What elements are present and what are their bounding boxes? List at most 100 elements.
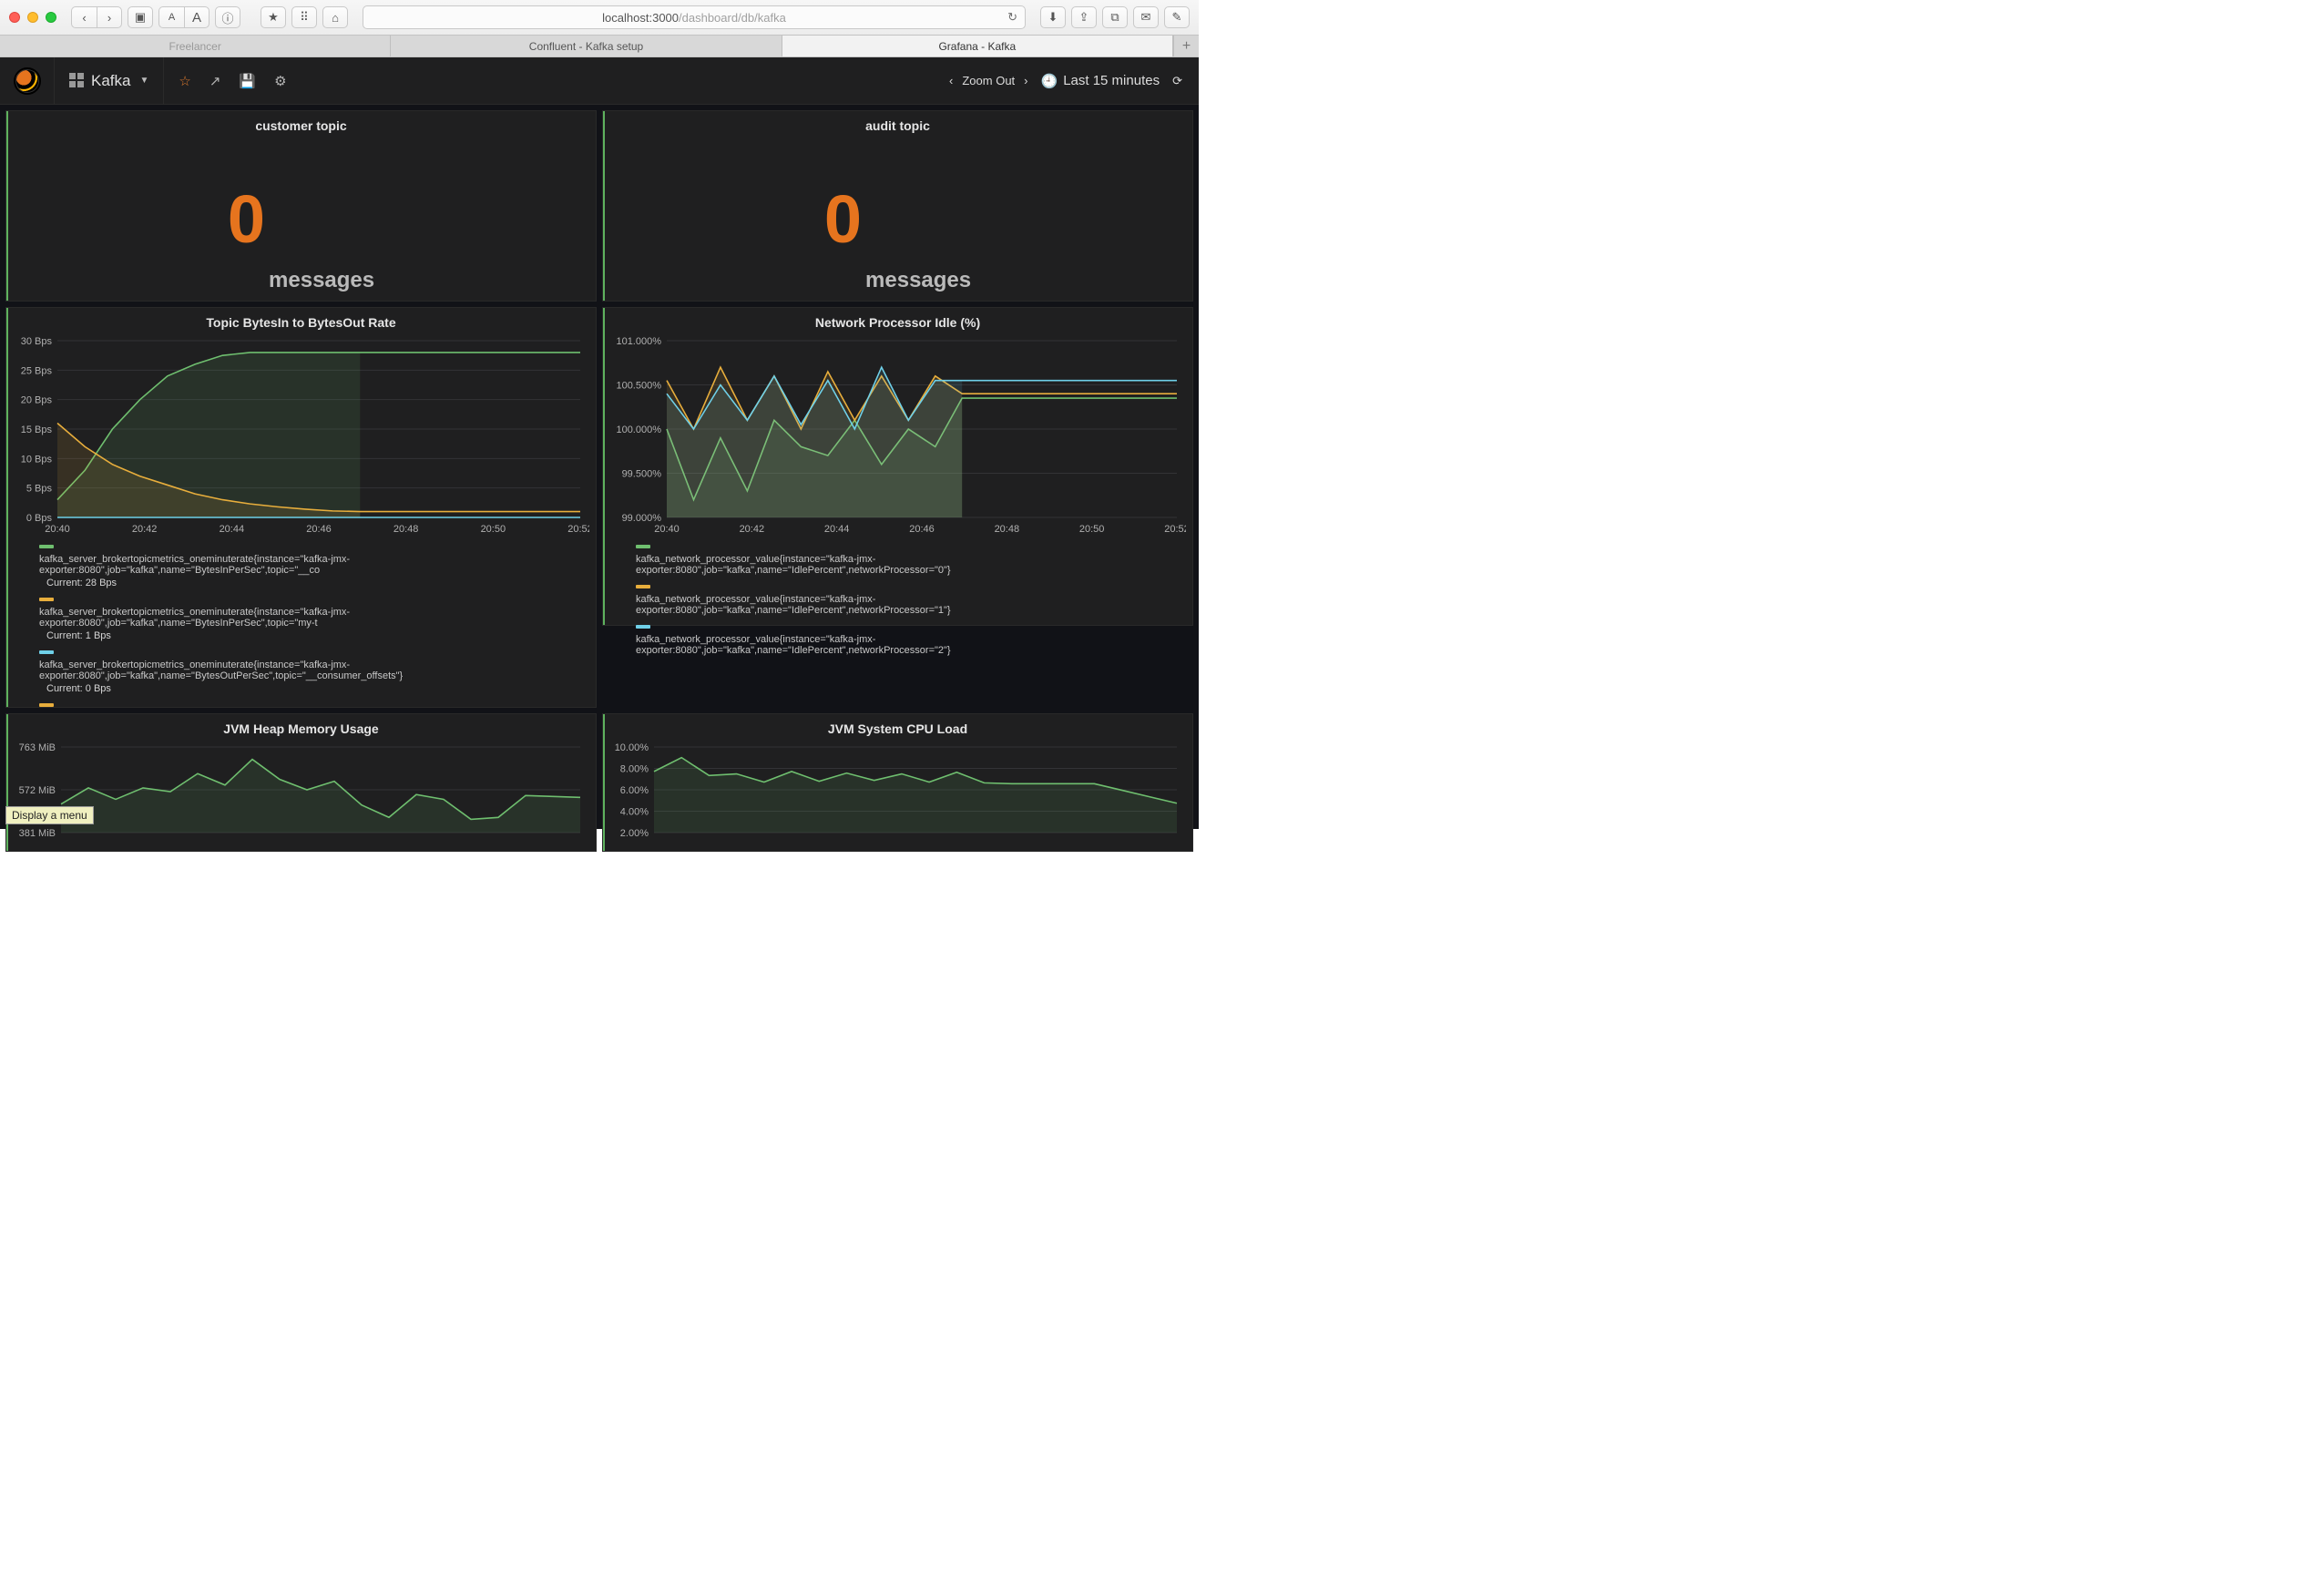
- svg-text:100.500%: 100.500%: [616, 381, 661, 392]
- svg-text:20:44: 20:44: [220, 524, 245, 535]
- svg-text:20:40: 20:40: [45, 524, 70, 535]
- svg-text:99.000%: 99.000%: [622, 513, 662, 524]
- panel-jvm-cpu[interactable]: JVM System CPU Load 2.00%4.00%6.00%8.00%…: [602, 713, 1193, 852]
- mail-button[interactable]: ✉: [1133, 6, 1159, 28]
- tabs-button[interactable]: ⧉: [1102, 6, 1128, 28]
- svg-text:20:52: 20:52: [1164, 524, 1186, 535]
- reload-icon[interactable]: ↻: [1007, 10, 1017, 25]
- svg-text:20:42: 20:42: [740, 524, 765, 535]
- singlestat-value: 0: [824, 186, 862, 253]
- chevron-down-icon: ▼: [139, 76, 148, 86]
- legend-current: Current: 28 Bps: [39, 578, 587, 588]
- dashboard-body: customer topic 0 messages audit topic 0 …: [0, 105, 1199, 857]
- font-smaller-button[interactable]: A: [158, 6, 184, 28]
- svg-text:20:48: 20:48: [394, 524, 419, 535]
- svg-text:2.00%: 2.00%: [620, 828, 649, 839]
- legend-current: Current: 0 Bps: [39, 683, 587, 694]
- time-range-picker[interactable]: 🕘 Last 15 minutes: [1041, 73, 1160, 89]
- tab-freelancer[interactable]: Freelancer: [0, 36, 391, 56]
- svg-text:10.00%: 10.00%: [615, 742, 649, 753]
- svg-text:20:42: 20:42: [132, 524, 158, 535]
- downloads-button[interactable]: ⬇: [1040, 6, 1066, 28]
- title-bar: ‹ › ▣ A A ⓘ ★ ⠿ ⌂ localhost:3000/dashboa…: [0, 0, 1199, 35]
- window-minimize-button[interactable]: [27, 12, 38, 23]
- panel-bytes-rate[interactable]: Topic BytesIn to BytesOut Rate 0 Bps 5 Bp…: [5, 307, 597, 708]
- singlestat-value: 0: [228, 186, 265, 253]
- status-tooltip: Display a menu: [5, 806, 94, 824]
- svg-text:20:52: 20:52: [567, 524, 589, 535]
- time-back-button[interactable]: ‹: [949, 74, 953, 87]
- grafana-logo-icon: [14, 67, 41, 95]
- legend: kafka_network_processor_value{instance="…: [603, 536, 1192, 665]
- home-button[interactable]: ⌂: [322, 6, 348, 28]
- save-icon[interactable]: 💾: [239, 73, 256, 89]
- back-button[interactable]: ‹: [71, 6, 97, 28]
- chart-jvm-cpu: 2.00%4.00%6.00%8.00%10.00%: [603, 742, 1186, 851]
- svg-text:20:50: 20:50: [1079, 524, 1105, 535]
- zoom-out-button[interactable]: Zoom Out: [962, 74, 1015, 87]
- panel-customer-topic[interactable]: customer topic 0 messages: [5, 110, 597, 302]
- dashboard-grid-icon: [69, 73, 86, 89]
- panel-title: Network Processor Idle (%): [603, 308, 1192, 335]
- svg-text:20:46: 20:46: [909, 524, 935, 535]
- singlestat-unit: messages: [865, 268, 971, 301]
- svg-text:381 MiB: 381 MiB: [19, 828, 56, 839]
- info-button[interactable]: ⓘ: [215, 6, 240, 28]
- svg-text:5 Bps: 5 Bps: [26, 484, 53, 495]
- svg-text:20:44: 20:44: [824, 524, 850, 535]
- traffic-lights: [9, 12, 56, 23]
- window-zoom-button[interactable]: [46, 12, 56, 23]
- forward-button[interactable]: ›: [97, 6, 122, 28]
- nav-actions: ☆ ↗ 💾 ⚙: [179, 73, 286, 89]
- panel-network-idle[interactable]: Network Processor Idle (%) 99.000%99.500…: [602, 307, 1193, 626]
- settings-icon[interactable]: ⚙: [274, 73, 286, 89]
- svg-text:20:50: 20:50: [481, 524, 506, 535]
- refresh-button[interactable]: ⟳: [1172, 74, 1182, 88]
- svg-text:572 MiB: 572 MiB: [19, 785, 56, 796]
- legend-label: kafka_server_brokertopicmetrics_oneminut…: [39, 660, 587, 681]
- legend-label: kafka_network_processor_value{instance="…: [636, 634, 1183, 656]
- panel-jvm-heap[interactable]: JVM Heap Memory Usage 381 MiB572 MiB763 …: [5, 713, 597, 852]
- svg-text:4.00%: 4.00%: [620, 807, 649, 818]
- font-larger-button[interactable]: A: [184, 6, 210, 28]
- url-host: localhost:3000: [602, 11, 679, 25]
- legend-label: kafka_network_processor_value{instance="…: [636, 554, 1183, 576]
- svg-text:20:46: 20:46: [306, 524, 332, 535]
- svg-text:20 Bps: 20 Bps: [21, 395, 53, 406]
- new-tab-button[interactable]: +: [1173, 36, 1199, 56]
- legend-current: Current: 1 Bps: [39, 630, 587, 641]
- panel-title: Topic BytesIn to BytesOut Rate: [6, 308, 596, 335]
- legend-label: kafka_network_processor_value{instance="…: [636, 594, 1183, 616]
- tab-confluent[interactable]: Confluent - Kafka setup: [391, 36, 782, 56]
- tab-bar: Freelancer Confluent - Kafka setup Grafa…: [0, 35, 1199, 56]
- svg-text:20:40: 20:40: [654, 524, 680, 535]
- tab-grafana[interactable]: Grafana - Kafka: [782, 36, 1173, 56]
- grafana-top-nav: Kafka ▼ ☆ ↗ 💾 ⚙ ‹ Zoom Out › 🕘 Last 15 m…: [0, 57, 1199, 105]
- dashboard-picker[interactable]: Kafka ▼: [55, 57, 164, 105]
- panel-title: JVM System CPU Load: [603, 714, 1192, 742]
- legend-label: kafka_server_brokertopicmetrics_oneminut…: [39, 607, 587, 629]
- panel-title: audit topic: [603, 111, 1192, 138]
- svg-text:10 Bps: 10 Bps: [21, 454, 53, 465]
- svg-text:15 Bps: 15 Bps: [21, 425, 53, 435]
- address-bar[interactable]: localhost:3000/dashboard/db/kafka ↻: [363, 5, 1026, 29]
- topsites-button[interactable]: ⠿: [291, 6, 317, 28]
- zoom-controls: ‹ Zoom Out ›: [949, 74, 1027, 87]
- sidebar-button[interactable]: ▣: [128, 6, 153, 28]
- svg-text:0 Bps: 0 Bps: [26, 513, 53, 524]
- compose-button[interactable]: ✎: [1164, 6, 1190, 28]
- panel-title: JVM Heap Memory Usage: [6, 714, 596, 742]
- share-icon[interactable]: ↗: [210, 73, 221, 89]
- bookmark-button[interactable]: ★: [261, 6, 286, 28]
- star-icon[interactable]: ☆: [179, 73, 190, 89]
- time-forward-button[interactable]: ›: [1024, 74, 1027, 87]
- panel-audit-topic[interactable]: audit topic 0 messages: [602, 110, 1193, 302]
- svg-text:20:48: 20:48: [995, 524, 1020, 535]
- font-size-group: A A: [158, 6, 210, 28]
- url-path: /dashboard/db/kafka: [679, 11, 786, 25]
- browser-chrome: ‹ › ▣ A A ⓘ ★ ⠿ ⌂ localhost:3000/dashboa…: [0, 0, 1199, 57]
- window-close-button[interactable]: [9, 12, 20, 23]
- svg-text:101.000%: 101.000%: [616, 336, 661, 347]
- grafana-logo[interactable]: [0, 57, 55, 105]
- share-button[interactable]: ⇪: [1071, 6, 1097, 28]
